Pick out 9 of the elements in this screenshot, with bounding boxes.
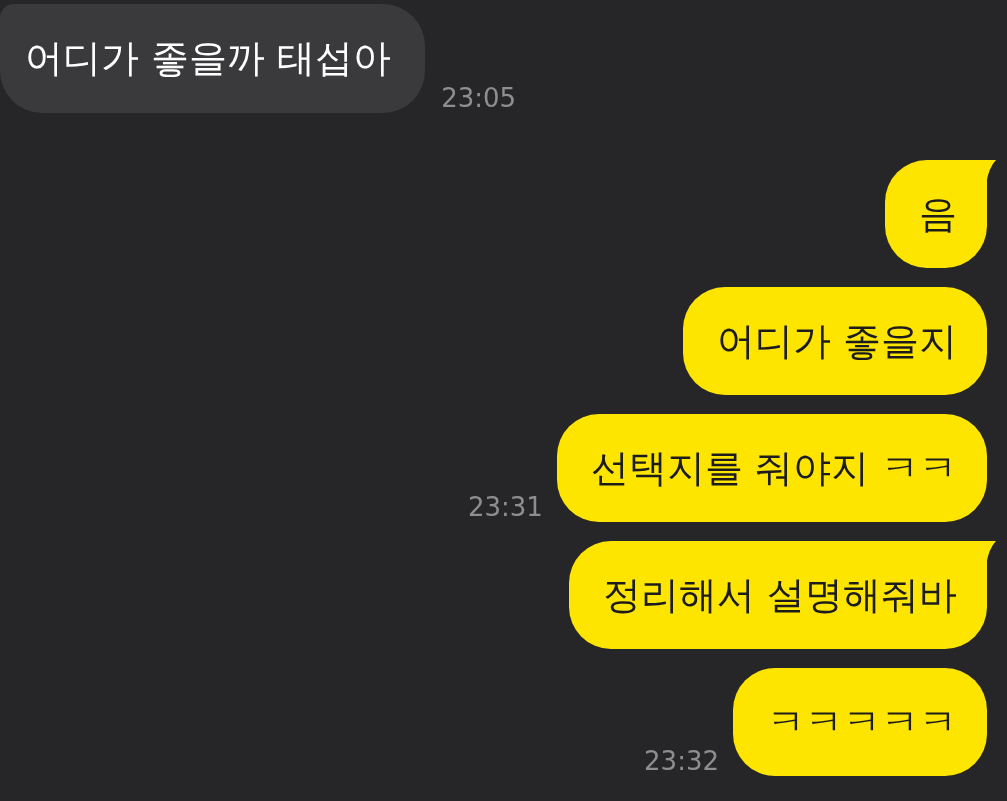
message-time: 23:05: [441, 85, 517, 111]
message-text: 어디가 좋을지: [716, 319, 957, 363]
message-text: 정리해서 설명해줘바: [602, 573, 957, 617]
message-text: 어디가 좋을까 태섭아: [25, 36, 392, 80]
message-time: 23:32: [644, 748, 719, 774]
message-text: 선택지를 줘야지 ㅋㅋ: [590, 446, 957, 490]
message-text: 음: [919, 192, 957, 236]
message-time: 23:31: [467, 494, 543, 520]
message-text: ㅋㅋㅋㅋㅋ: [767, 700, 957, 744]
